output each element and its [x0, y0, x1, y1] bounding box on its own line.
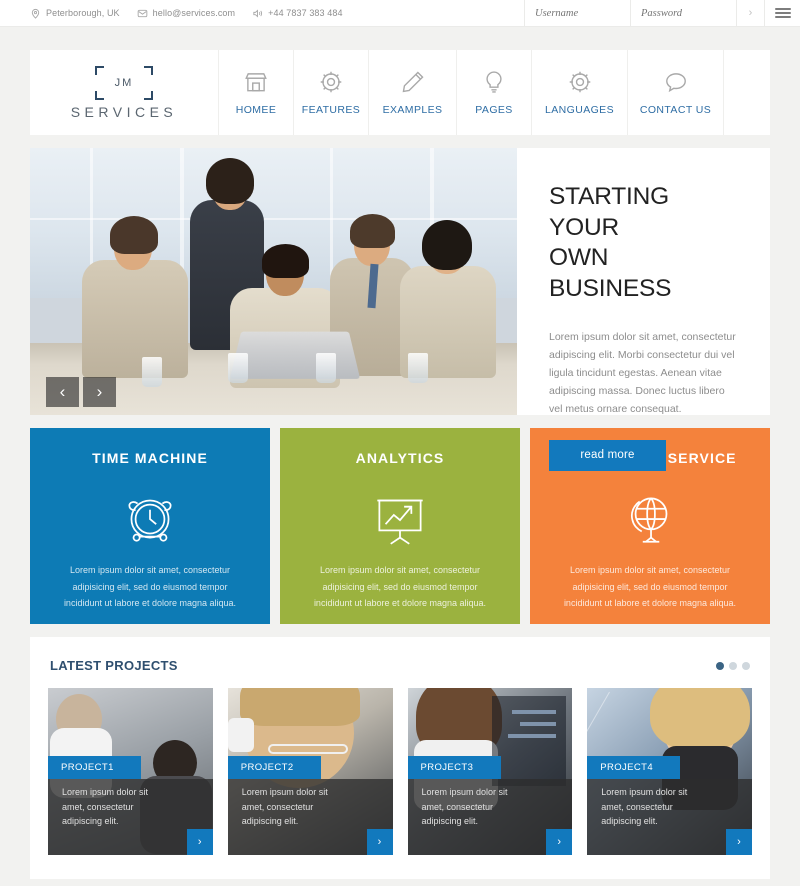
nav-label: FEATURES [301, 104, 361, 116]
login-submit-button[interactable]: › [736, 0, 764, 26]
project-card[interactable]: PROJECT3 Lorem ipsum dolor sit amet, con… [407, 688, 573, 855]
project-arrow-button[interactable]: › [366, 829, 393, 855]
hero-slider-controls: ‹ › [46, 377, 116, 407]
hamburger-icon [774, 6, 791, 20]
hero-photo-meeting-team [30, 148, 517, 415]
pagination-dot-2[interactable] [729, 661, 737, 670]
projects-pagination [716, 661, 750, 670]
nav-item-languages[interactable]: LANGUAGES [532, 50, 628, 135]
project-tag: PROJECT2 [227, 756, 321, 779]
hero-body-text: Lorem ipsum dolor sit amet, consectetur … [549, 330, 736, 415]
feature-box-analytics[interactable]: ANALYTICS Lorem ipsum dolor sit amet, co… [280, 428, 520, 624]
project-description: Lorem ipsum dolor sit amet, consectetur … [421, 787, 508, 827]
top-bar-contact-info: Peterborough, UK hello@services.com +44 … [0, 0, 524, 26]
nav-item-features[interactable]: FEATURES [294, 50, 369, 135]
nav-item-pages[interactable]: PAGES [457, 50, 532, 135]
projects-header: LATEST PROJECTS [48, 658, 752, 673]
logo-bracket-mark: JM [95, 65, 153, 100]
pagination-dot-3[interactable] [742, 661, 750, 670]
phone-text: +44 7837 383 484 [268, 8, 343, 18]
chevron-right-icon: › [96, 382, 103, 401]
location-text: Peterborough, UK [46, 8, 120, 18]
chevron-right-icon: › [737, 836, 741, 848]
pagination-dot-1[interactable] [716, 661, 724, 670]
lightbulb-icon [481, 69, 507, 95]
hero-image: ‹ › [30, 148, 517, 415]
logo-wordmark: SERVICES [70, 103, 178, 120]
username-input[interactable] [535, 7, 630, 19]
envelope-icon [137, 8, 148, 19]
project-tag: PROJECT1 [48, 756, 141, 779]
project-arrow-button[interactable]: › [726, 829, 752, 855]
nav-item-examples[interactable]: EXAMPLES [369, 50, 457, 135]
project-description: Lorem ipsum dolor sit amet, consectetur … [601, 787, 688, 827]
phone-info: +44 7837 383 484 [252, 8, 342, 19]
hero-prev-button[interactable]: ‹ [46, 377, 79, 407]
hero-title: STARTING YOUR OWN BUSINESS [549, 182, 736, 305]
chevron-right-icon: › [197, 836, 202, 848]
alarm-clock-icon [54, 480, 246, 554]
project-card[interactable]: PROJECT1 Lorem ipsum dolor sit amet, con… [48, 688, 213, 855]
email-info[interactable]: hello@services.com [137, 8, 235, 19]
presentation-chart-icon [304, 480, 496, 554]
password-input[interactable] [641, 7, 736, 19]
chevron-right-icon: › [748, 7, 753, 19]
logo[interactable]: JM SERVICES [30, 50, 219, 135]
site-header: JM SERVICES HOMEE FEATURES EXAMPLES PAGE… [30, 50, 770, 135]
project-card[interactable]: PROJECT4 Lorem ipsum dolor sit amet, con… [587, 688, 752, 855]
nav-label: LANGUAGES [545, 104, 614, 116]
project-tag: PROJECT3 [407, 756, 501, 779]
pencil-icon [400, 69, 426, 95]
project-arrow-button[interactable]: › [546, 829, 573, 855]
project-tag: PROJECT4 [587, 756, 681, 779]
nav-item-homee[interactable]: HOMEE [219, 50, 294, 135]
username-field-wrap[interactable] [524, 0, 630, 26]
project-card[interactable]: PROJECT2 Lorem ipsum dolor sit amet, con… [227, 688, 393, 855]
hamburger-menu-button[interactable] [764, 0, 800, 26]
feature-text: Lorem ipsum dolor sit amet, consectetur … [313, 565, 487, 609]
gear-icon [318, 69, 344, 95]
globe-icon [554, 480, 746, 554]
speaker-icon [252, 8, 263, 19]
feature-text: Lorem ipsum dolor sit amet, consectetur … [63, 565, 237, 609]
nav-label: PAGES [475, 104, 513, 116]
chevron-right-icon: › [557, 836, 562, 848]
gear-icon [567, 69, 593, 95]
email-text: hello@services.com [152, 8, 236, 18]
feature-title: ANALYTICS [355, 450, 445, 466]
chevron-left-icon: ‹ [59, 382, 66, 401]
location-pin-icon [30, 8, 41, 19]
nav-label: EXAMPLES [382, 104, 443, 116]
top-bar: Peterborough, UK hello@services.com +44 … [0, 0, 800, 27]
main-navigation: HOMEE FEATURES EXAMPLES PAGES LANGUAGES … [219, 50, 724, 135]
chevron-right-icon: › [377, 836, 382, 848]
project-description: Lorem ipsum dolor sit amet, consectetur … [241, 787, 328, 827]
password-field-wrap[interactable] [630, 0, 736, 26]
section-title: LATEST PROJECTS [50, 658, 178, 673]
nav-label: CONTACT US [639, 104, 712, 116]
feature-box-time-machine[interactable]: TIME MACHINE Lorem ipsum dolor sit amet,… [30, 428, 270, 624]
hero-next-button[interactable]: › [83, 377, 116, 407]
feature-text: Lorem ipsum dolor sit amet, consectetur … [563, 565, 737, 609]
hero-content: STARTING YOUR OWN BUSINESS Lorem ipsum d… [517, 148, 770, 471]
store-icon [243, 69, 269, 95]
hero-title-line-2: OWN BUSINESS [549, 244, 672, 302]
location-info: Peterborough, UK [30, 8, 120, 19]
latest-projects-section: LATEST PROJECTS PROJECT1 Lorem ipsum dol… [30, 637, 770, 879]
feature-title: TIME MACHINE [92, 450, 208, 466]
nav-label: HOMEE [235, 104, 277, 116]
project-arrow-button[interactable]: › [186, 829, 213, 855]
project-description: Lorem ipsum dolor sit amet, consectetur … [62, 787, 149, 827]
hero-slider: ‹ › STARTING YOUR OWN BUSINESS Lorem ips… [30, 148, 770, 471]
logo-initials: JM [114, 76, 134, 89]
nav-item-contact-us[interactable]: CONTACT US [628, 50, 724, 135]
speech-bubble-icon [663, 69, 689, 95]
hero-title-line-1: STARTING YOUR [549, 183, 670, 241]
read-more-button[interactable]: read more [549, 439, 666, 471]
projects-grid: PROJECT1 Lorem ipsum dolor sit amet, con… [48, 688, 752, 855]
